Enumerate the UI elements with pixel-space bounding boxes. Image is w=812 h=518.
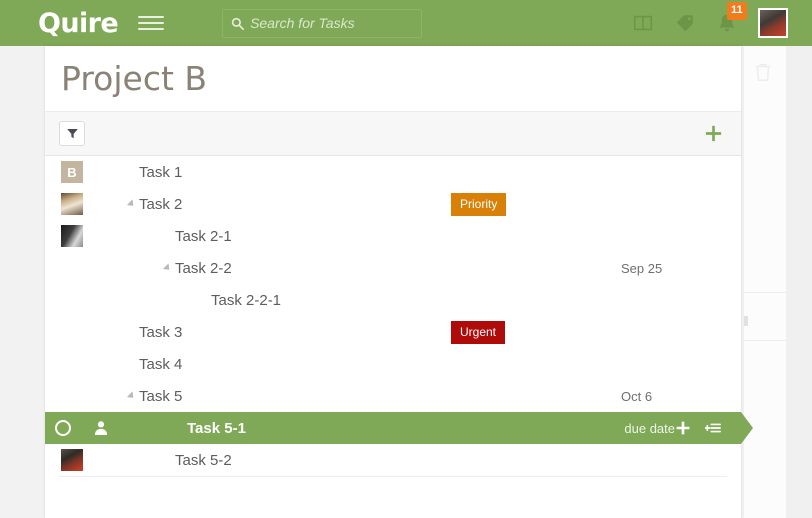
search-icon xyxy=(231,17,245,30)
filter-funnel-icon xyxy=(66,129,78,139)
bell-icon[interactable]: 11 xyxy=(716,2,747,34)
top-navigation-bar: Quire Search for Tasks 11 xyxy=(0,0,812,46)
task-title[interactable]: Task 2-2-1 xyxy=(211,292,281,309)
task-tag[interactable]: Priority xyxy=(451,192,507,216)
task-row[interactable]: Task 2-2-1 xyxy=(45,284,741,316)
task-avatar-cell xyxy=(45,193,99,215)
task-avatar-cell xyxy=(45,225,99,247)
collapse-triangle-icon[interactable] xyxy=(126,199,137,209)
hamburger-menu-icon[interactable] xyxy=(138,10,165,36)
app-root: Quire Search for Tasks 11 Project B B Ta… xyxy=(0,0,812,518)
task-title[interactable]: Task 5-1 xyxy=(187,420,246,437)
task-title[interactable]: Task 2-1 xyxy=(175,228,232,245)
project-card: Project B B Task 1 Task 2 Priority Task 2-1 T… xyxy=(45,46,753,518)
topbar-actions: 11 xyxy=(632,2,788,38)
task-title-cell: Task 2-2 xyxy=(99,260,451,277)
task-avatar-cell xyxy=(45,420,81,436)
task-avatar-initial[interactable]: B xyxy=(61,161,83,183)
task-due-date[interactable]: due date xyxy=(624,421,675,436)
background-divider xyxy=(744,340,786,341)
add-task-button[interactable] xyxy=(704,124,723,143)
selected-row-pointer xyxy=(741,412,753,444)
task-row[interactable]: Task 2-1 xyxy=(45,220,741,252)
background-divider xyxy=(744,292,786,293)
task-title-cell: Task 3 xyxy=(99,324,451,341)
panel-layout-icon[interactable] xyxy=(632,12,654,34)
task-title[interactable]: Task 2-2 xyxy=(175,260,232,277)
task-list: B Task 1 Task 2 Priority Task 2-1 Task 2-2 Sep… xyxy=(45,156,753,477)
assignee-icon[interactable] xyxy=(93,420,109,436)
task-row[interactable]: Task 3 Urgent xyxy=(45,316,741,348)
task-title-cell: Task 5 xyxy=(99,388,451,405)
complete-toggle-icon[interactable] xyxy=(55,420,71,436)
assignee-cell xyxy=(81,420,121,436)
task-row[interactable]: Task 5 Oct 6 xyxy=(45,380,741,412)
task-title[interactable]: Task 5 xyxy=(139,388,182,405)
task-row[interactable]: B Task 1 xyxy=(45,156,741,188)
trash-icon[interactable] xyxy=(752,60,774,84)
background-panel-right xyxy=(786,46,812,518)
task-tag-cell: Urgent xyxy=(451,320,621,344)
app-logo[interactable]: Quire xyxy=(38,8,119,39)
task-avatar-cell xyxy=(45,449,99,471)
filter-button[interactable] xyxy=(59,121,85,146)
task-title[interactable]: Task 5-2 xyxy=(175,452,232,469)
task-title-cell: Task 5-2 xyxy=(99,452,451,469)
task-title-cell: Task 1 xyxy=(99,164,451,181)
task-title-cell: Task 5-1 xyxy=(121,420,454,437)
task-row[interactable]: Task 4 xyxy=(45,348,741,380)
collapse-triangle-icon[interactable] xyxy=(162,263,173,273)
task-avatar-photo[interactable] xyxy=(61,225,83,247)
task-row[interactable]: Task 5-2 xyxy=(45,444,741,476)
selected-row-actions xyxy=(675,420,741,436)
task-due-date: Sep 25 xyxy=(621,260,663,276)
collapse-triangle-icon[interactable] xyxy=(126,391,137,401)
list-toolbar xyxy=(45,111,741,156)
task-title-cell: Task 2-2-1 xyxy=(99,292,451,309)
search-input[interactable] xyxy=(250,15,414,31)
task-avatar-cell: B xyxy=(45,161,99,183)
task-title[interactable]: Task 2 xyxy=(139,196,182,213)
task-row[interactable]: Task 2-2 Sep 25 xyxy=(45,252,741,284)
task-row[interactable]: Task 2 Priority xyxy=(45,188,741,220)
list-divider xyxy=(59,476,727,477)
task-avatar-photo[interactable] xyxy=(61,449,83,471)
task-title[interactable]: Task 3 xyxy=(139,324,182,341)
task-tag[interactable]: Urgent xyxy=(451,320,506,344)
page-title: Project B xyxy=(61,59,208,98)
search-box[interactable] xyxy=(222,8,423,38)
task-due-date: Oct 6 xyxy=(621,388,653,404)
user-avatar[interactable] xyxy=(758,8,788,38)
notification-badge: 11 xyxy=(727,2,747,20)
add-to-list-icon[interactable] xyxy=(705,420,721,436)
task-title[interactable]: Task 1 xyxy=(139,164,182,181)
background-panel-left xyxy=(744,46,786,518)
add-subtask-icon[interactable] xyxy=(675,420,691,436)
task-tag-cell: Priority xyxy=(451,192,621,216)
task-title-cell: Task 2-1 xyxy=(99,228,451,245)
task-title-cell: Task 2 xyxy=(99,196,451,213)
task-title-cell: Task 4 xyxy=(99,356,451,373)
background-marker xyxy=(744,316,748,326)
tag-icon[interactable] xyxy=(674,12,696,34)
task-title[interactable]: Task 4 xyxy=(139,356,182,373)
task-row[interactable]: Task 5-1 due date xyxy=(45,412,753,444)
task-avatar-photo[interactable] xyxy=(61,193,83,215)
